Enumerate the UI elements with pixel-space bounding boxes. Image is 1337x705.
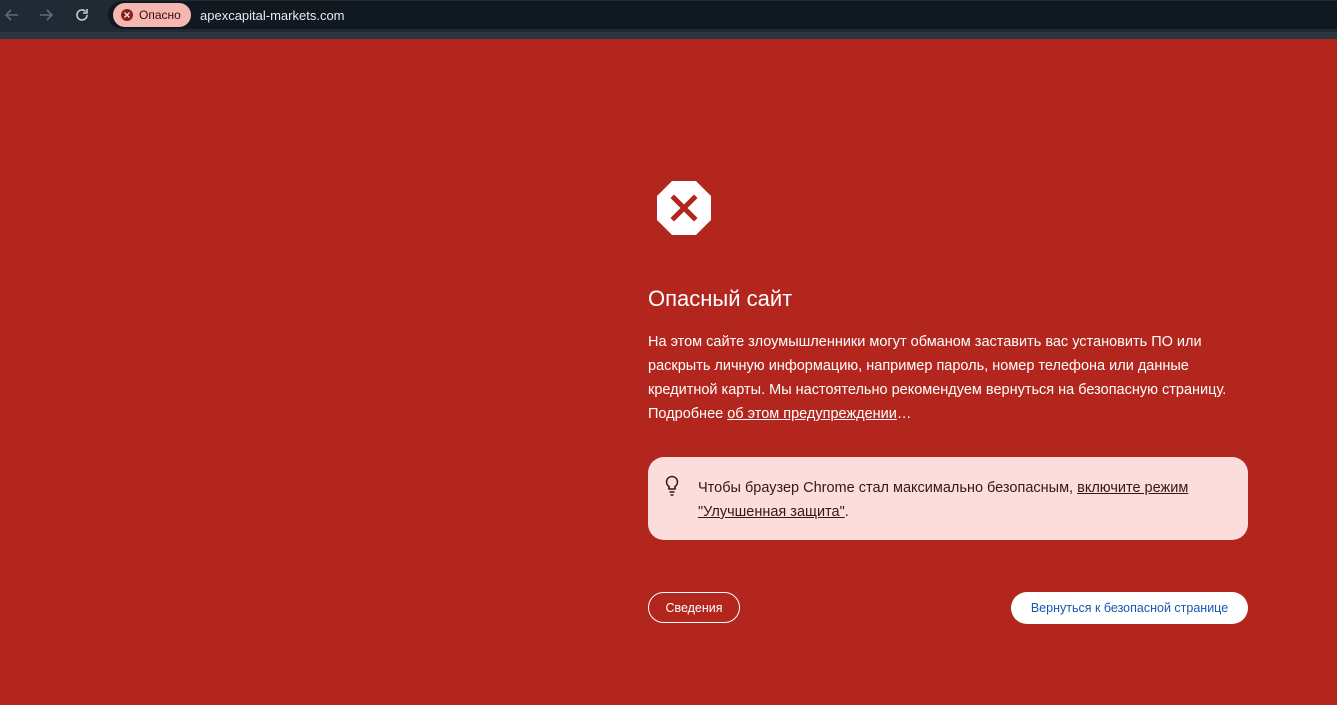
stop-sign-x-icon	[657, 181, 711, 235]
back-to-safety-button[interactable]: Вернуться к безопасной странице	[1011, 592, 1248, 624]
arrow-right-icon	[40, 9, 54, 21]
reload-icon	[76, 9, 88, 21]
security-status-chip[interactable]: Опасно	[113, 3, 191, 27]
details-button[interactable]: Сведения	[648, 592, 740, 623]
enhanced-protection-tip: Чтобы браузер Chrome стал максимально бе…	[648, 457, 1248, 540]
tip-text-suffix: .	[844, 504, 849, 520]
warning-description: На этом сайте злоумышленники могут обман…	[648, 330, 1248, 426]
address-bar[interactable]: Опасно apexcapital-markets.com	[108, 1, 1337, 29]
tip-text-prefix: Чтобы браузер Chrome стал максимально бе…	[698, 480, 1078, 496]
back-button[interactable]	[0, 4, 24, 26]
arrow-left-icon	[4, 9, 18, 21]
learn-more-suffix: …	[896, 406, 912, 422]
toolbar-divider	[0, 32, 1337, 39]
url-text[interactable]: apexcapital-markets.com	[200, 8, 345, 23]
learn-more-link[interactable]: об этом предупреждении	[727, 406, 897, 422]
security-chip-label: Опасно	[139, 8, 181, 22]
page-title: Опасный сайт	[648, 286, 793, 311]
lightbulb-icon	[665, 475, 679, 496]
reload-button[interactable]	[70, 4, 94, 26]
danger-x-icon	[121, 9, 133, 21]
browser-toolbar: Опасно apexcapital-markets.com	[0, 0, 1337, 32]
tip-text: Чтобы браузер Chrome стал максимально бе…	[698, 476, 1228, 524]
forward-button[interactable]	[34, 4, 58, 26]
